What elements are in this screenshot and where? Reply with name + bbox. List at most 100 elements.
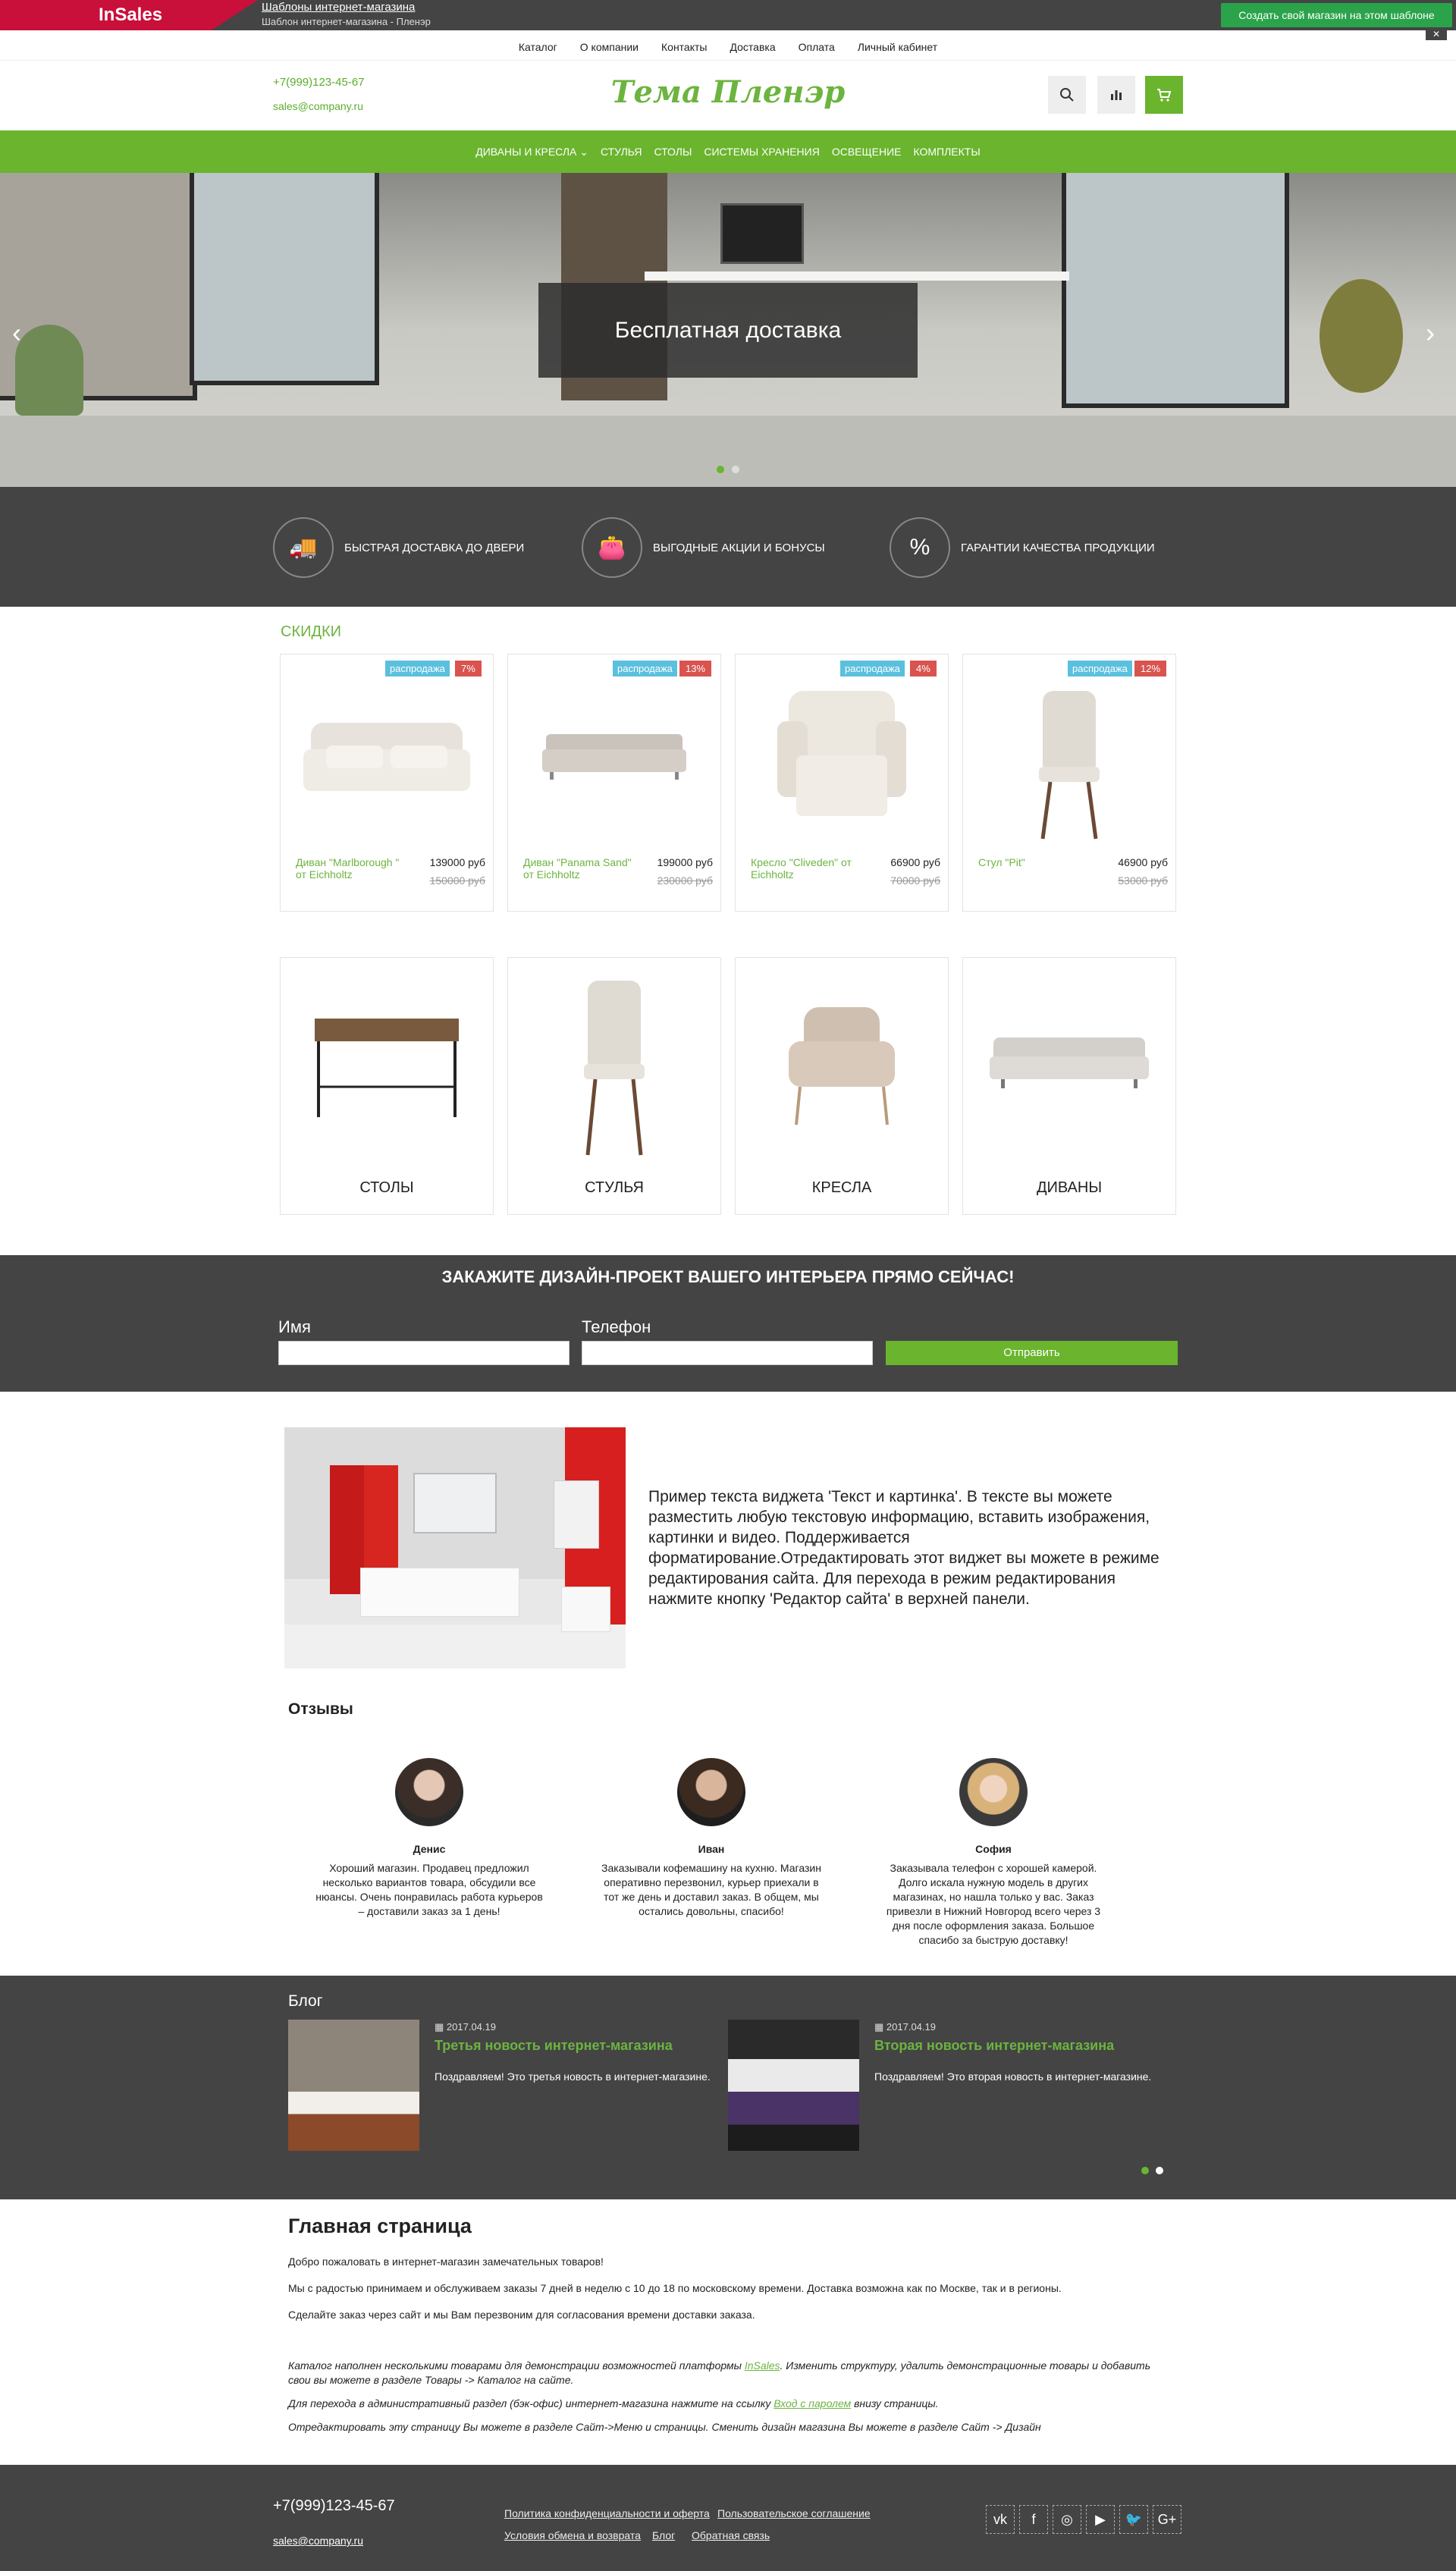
product-card[interactable]: распродажа 13% Диван "Panama Sand" от Ei… — [507, 654, 721, 912]
feature-delivery: 🚚 БЫСТРАЯ ДОСТАВКА ДО ДВЕРИ — [273, 517, 524, 578]
home-content: Главная страница Добро пожаловать в инте… — [288, 2215, 1168, 2444]
mainnav-sets[interactable]: КОМПЛЕКТЫ — [913, 146, 980, 158]
blog-dot[interactable] — [1156, 2167, 1163, 2174]
home-note: Каталог наполнен несколькими товарами дл… — [288, 2359, 1168, 2387]
design-order-form: ЗАКАЖИТЕ ДИЗАЙН-ПРОЕКТ ВАШЕГО ИНТЕРЬЕРА … — [0, 1255, 1456, 1392]
main-navigation: ДИВАНЫ И КРЕСЛА ⌄ СТУЛЬЯ СТОЛЫ СИСТЕМЫ Х… — [0, 130, 1456, 173]
slider-prev-icon[interactable]: ‹ — [12, 317, 21, 349]
product-old-price: 70000 руб — [890, 874, 940, 887]
blog-link[interactable]: Блог — [652, 2529, 675, 2541]
review-item: Иван Заказывали кофемашину на кухню. Маг… — [598, 1758, 825, 1919]
templates-link[interactable]: Шаблоны интернет-магазина — [262, 1, 415, 14]
home-paragraph: Мы с радостью принимаем и обслуживаем за… — [288, 2282, 1062, 2294]
feedback-link[interactable]: Обратная связь — [692, 2529, 770, 2541]
post-title[interactable]: Третья новость интернет-магазина — [435, 2038, 673, 2054]
post-date: ▦ 2017.04.19 — [874, 2021, 936, 2033]
product-price: 66900 руб — [890, 856, 940, 868]
sofa-image — [542, 734, 686, 780]
reviews-title: Отзывы — [288, 1700, 353, 1718]
slider-dot[interactable] — [732, 466, 739, 473]
widget-text: Пример текста виджета 'Текст и картинка'… — [648, 1488, 1159, 1608]
google-plus-icon[interactable]: G+ — [1153, 2505, 1181, 2534]
submit-button[interactable]: Отправить — [886, 1341, 1178, 1365]
topnav-delivery[interactable]: Доставка — [730, 41, 775, 53]
name-input[interactable] — [278, 1341, 570, 1365]
topnav-about[interactable]: О компании — [580, 41, 639, 53]
mainnav-sofas[interactable]: ДИВАНЫ И КРЕСЛА ⌄ — [475, 146, 588, 159]
post-title[interactable]: Вторая новость интернет-магазина — [874, 2038, 1114, 2054]
category-tables[interactable]: СТОЛЫ — [280, 957, 494, 1215]
phone-label: Телефон — [582, 1317, 651, 1336]
twitter-icon[interactable]: 🐦 — [1119, 2505, 1148, 2534]
product-name[interactable]: Диван "Panama Sand" от Eichholtz — [523, 856, 637, 881]
topnav-catalog[interactable]: Каталог — [519, 41, 557, 53]
slider-next-icon[interactable]: › — [1426, 317, 1435, 349]
insales-logo[interactable]: InSales — [0, 0, 258, 30]
search-icon[interactable] — [1048, 76, 1086, 114]
product-name[interactable]: Кресло "Cliveden" от Eichholtz — [751, 856, 864, 881]
home-paragraph: Добро пожаловать в интернет-магазин заме… — [288, 2256, 604, 2268]
topnav-contacts[interactable]: Контакты — [661, 41, 707, 53]
category-name: КРЕСЛА — [811, 1179, 872, 1196]
blog-section: Блог ▦ 2017.04.19 Третья новость интерне… — [0, 1976, 1456, 2199]
plant-left — [15, 325, 83, 416]
discount-badge: 7% — [455, 661, 482, 676]
post-date-text: 2017.04.19 — [886, 2021, 936, 2033]
compare-icon[interactable] — [1097, 76, 1135, 114]
discount-badge: 12% — [1134, 661, 1167, 676]
table-top — [645, 272, 1069, 281]
category-name: СТУЛЬЯ — [585, 1179, 644, 1196]
product-card[interactable]: распродажа 4% Кресло "Cliveden" от Eichh… — [735, 654, 949, 912]
review-text: Заказывали кофемашину на кухню. Магазин … — [601, 1862, 821, 1917]
mainnav-chairs[interactable]: СТУЛЬЯ — [601, 146, 642, 158]
privacy-link[interactable]: Политика конфиденциальности и оферта — [504, 2507, 710, 2519]
facebook-icon[interactable]: f — [1019, 2505, 1048, 2534]
product-card[interactable]: распродажа 12% Стул "Pit" 46900 руб 5300… — [962, 654, 1176, 912]
site-logo[interactable]: Тема Пленэр — [0, 74, 1456, 110]
vk-icon[interactable]: vk — [986, 2505, 1015, 2534]
post-image[interactable] — [288, 2020, 419, 2151]
create-store-button[interactable]: Создать свой магазин на этом шаблоне — [1221, 3, 1452, 27]
category-sofas[interactable]: ДИВАНЫ — [962, 957, 1176, 1215]
topnav-account[interactable]: Личный кабинет — [858, 41, 937, 53]
hero-slider[interactable]: Бесплатная доставка ‹ › — [0, 173, 1456, 487]
returns-link[interactable]: Условия обмена и возврата — [504, 2529, 641, 2541]
post-image[interactable] — [728, 2020, 859, 2151]
bathroom-image — [284, 1427, 626, 1668]
product-price: 139000 руб — [429, 856, 485, 868]
slider-dot[interactable] — [717, 466, 724, 473]
product-old-price: 53000 руб — [1118, 874, 1168, 887]
terms-link[interactable]: Пользовательское соглашение — [717, 2507, 871, 2519]
calendar-icon: ▦ — [874, 2021, 886, 2033]
mainnav-tables[interactable]: СТОЛЫ — [654, 146, 692, 158]
category-chairs[interactable]: СТУЛЬЯ — [507, 957, 721, 1215]
cart-icon[interactable] — [1145, 76, 1183, 114]
product-name[interactable]: Диван "Marlborough " от Eichholtz — [296, 856, 410, 881]
post-text: Поздравляем! Это вторая новость в интерн… — [874, 2070, 1152, 2083]
footer-phone[interactable]: +7(999)123-45-67 — [273, 2497, 395, 2515]
table-image — [315, 1019, 459, 1117]
insales-link[interactable]: InSales — [745, 2359, 780, 2372]
instagram-icon[interactable]: ◎ — [1053, 2505, 1081, 2534]
youtube-icon[interactable]: ▶ — [1086, 2505, 1115, 2534]
login-link[interactable]: Вход с паролем — [774, 2397, 851, 2409]
discount-badge: 4% — [910, 661, 937, 676]
product-name[interactable]: Стул "Pit" — [978, 856, 1092, 868]
topnav-payment[interactable]: Оплата — [799, 41, 835, 53]
product-card[interactable]: распродажа 7% Диван "Marlborough " от Ei… — [280, 654, 494, 912]
mainnav-storage[interactable]: СИСТЕМЫ ХРАНЕНИЯ — [704, 146, 819, 158]
review-text: Хороший магазин. Продавец предложил неск… — [315, 1862, 543, 1917]
footer-email[interactable]: sales@company.ru — [273, 2535, 363, 2547]
note-text: внизу страницы. — [851, 2397, 939, 2409]
category-armchairs[interactable]: КРЕСЛА — [735, 957, 949, 1215]
top-navigation: Каталог О компании Контакты Доставка Опл… — [0, 33, 1456, 61]
avatar — [395, 1758, 463, 1826]
armchair-right — [1320, 279, 1403, 393]
phone-input[interactable] — [582, 1341, 873, 1365]
right-window — [1062, 173, 1289, 408]
discount-badge: 13% — [679, 661, 712, 676]
slider-banner[interactable]: Бесплатная доставка — [538, 283, 918, 378]
blog-dot[interactable] — [1141, 2167, 1149, 2174]
home-note: Отредактировать эту страницу Вы можете в… — [288, 2421, 1041, 2433]
mainnav-lighting[interactable]: ОСВЕЩЕНИЕ — [832, 146, 902, 158]
